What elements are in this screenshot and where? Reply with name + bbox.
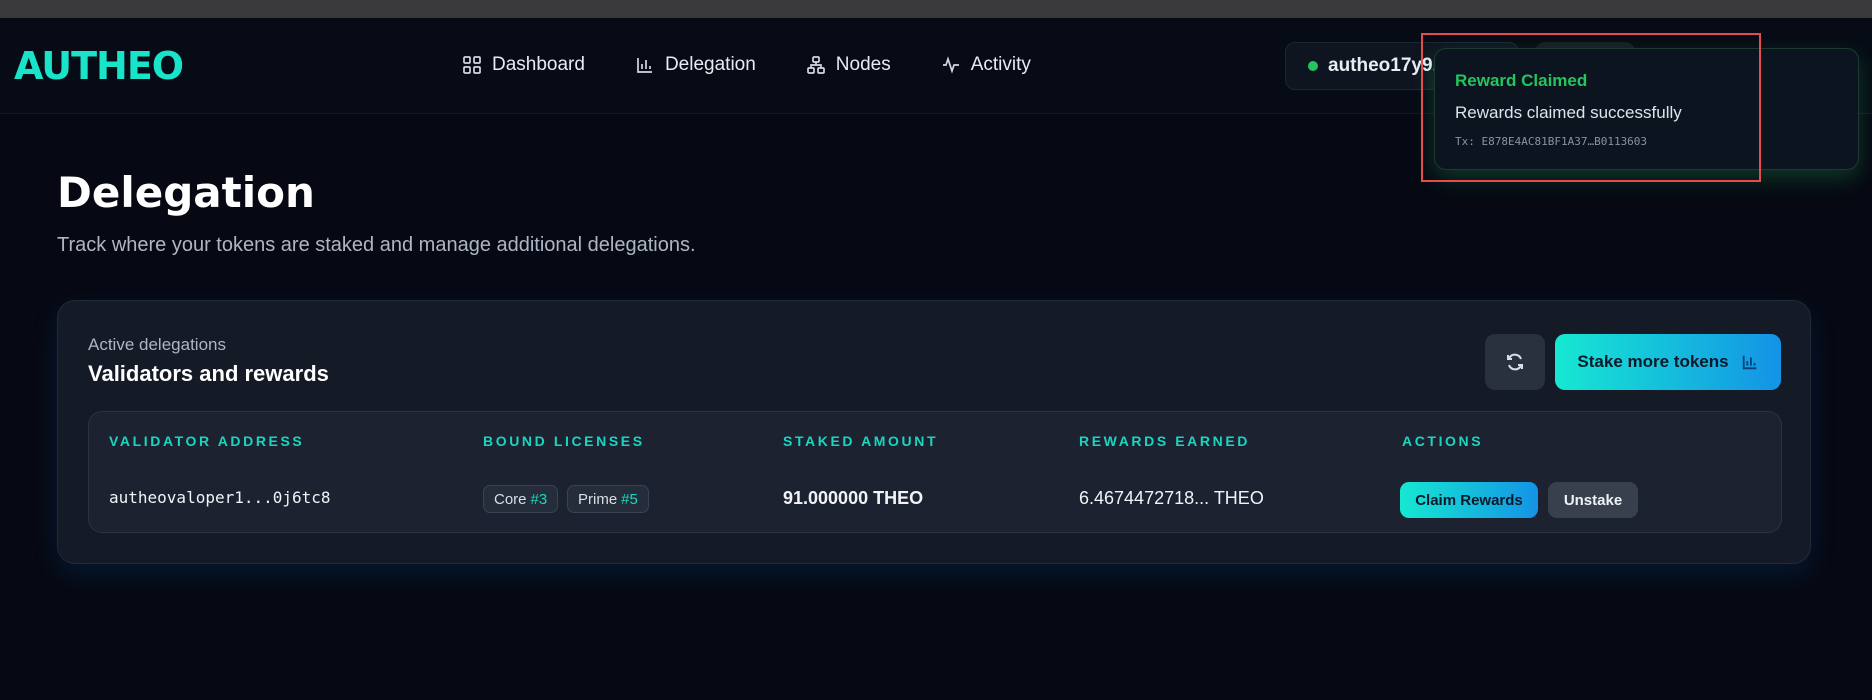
column-header-staked: STAKED AMOUNT: [783, 433, 939, 449]
column-header-rewards: REWARDS EARNED: [1079, 433, 1250, 449]
refresh-icon: [1507, 353, 1523, 371]
activity-icon: [942, 56, 959, 74]
license-name: Core: [494, 490, 527, 508]
license-badge: Core #3: [483, 485, 559, 513]
reward-claimed-toast: Reward Claimed Rewards claimed successfu…: [1434, 48, 1859, 170]
license-number: #3: [530, 490, 548, 508]
page-title: Delegation: [57, 168, 315, 217]
rewards-earned: 6.4674472718... THEO: [1079, 488, 1264, 509]
nav-label-dashboard: Dashboard: [492, 54, 585, 75]
panel-kicker: Active delegations: [88, 335, 226, 354]
license-badge: Prime #5: [567, 485, 649, 513]
browser-chrome-strip: [0, 0, 1872, 18]
delegations-table: VALIDATOR ADDRESS BOUND LICENSES STAKED …: [88, 411, 1782, 533]
panel-heading: Validators and rewards: [88, 361, 329, 386]
stake-more-tokens-button[interactable]: Stake more tokens: [1555, 334, 1781, 390]
rewards-unit: THEO: [1213, 488, 1264, 508]
main-nav: Dashboard Delegation Nodes Activity: [462, 54, 1081, 76]
toast-message: Rewards claimed successfully: [1455, 103, 1682, 122]
bar-chart-icon: [1742, 355, 1756, 370]
stake-button-label: Stake more tokens: [1577, 352, 1729, 371]
nav-item-delegation[interactable]: Delegation: [635, 54, 756, 76]
bar-chart-icon: [637, 58, 652, 73]
autheo-logo[interactable]: AUTHEO: [14, 44, 184, 88]
rewards-value: 6.4674472718...: [1079, 488, 1210, 508]
license-name: Prime: [578, 490, 618, 508]
nav-label-nodes: Nodes: [835, 54, 891, 75]
nav-item-activity[interactable]: Activity: [941, 54, 1031, 76]
validator-address[interactable]: autheovaloper1...0j6tc8: [109, 488, 331, 507]
staked-amount: 91.000000 THEO: [783, 488, 924, 508]
refresh-button[interactable]: [1485, 334, 1545, 390]
wallet-address: autheo17y9...: [1328, 55, 1449, 76]
page-subtitle: Track where your tokens are staked and m…: [57, 234, 696, 256]
toast-title: Reward Claimed: [1455, 71, 1588, 90]
claim-rewards-button[interactable]: Claim Rewards: [1400, 482, 1538, 518]
toast-tx-hash[interactable]: Tx: E878E4AC81BF1A37…B0113603: [1455, 135, 1858, 148]
unstake-button[interactable]: Unstake: [1548, 482, 1638, 518]
column-header-validator: VALIDATOR ADDRESS: [109, 433, 305, 449]
nav-item-dashboard[interactable]: Dashboard: [462, 54, 585, 76]
active-delegations-panel: Active delegations Validators and reward…: [57, 300, 1811, 564]
nav-label-activity: Activity: [970, 54, 1031, 75]
column-header-licenses: BOUND LICENSES: [483, 433, 645, 449]
network-icon: [806, 56, 825, 74]
connected-status-dot: [1308, 61, 1318, 71]
license-number: #5: [621, 490, 638, 508]
nav-label-delegation: Delegation: [664, 54, 756, 75]
nav-item-nodes[interactable]: Nodes: [806, 54, 891, 76]
column-header-actions: ACTIONS: [1402, 433, 1484, 449]
grid-icon: [463, 56, 481, 74]
